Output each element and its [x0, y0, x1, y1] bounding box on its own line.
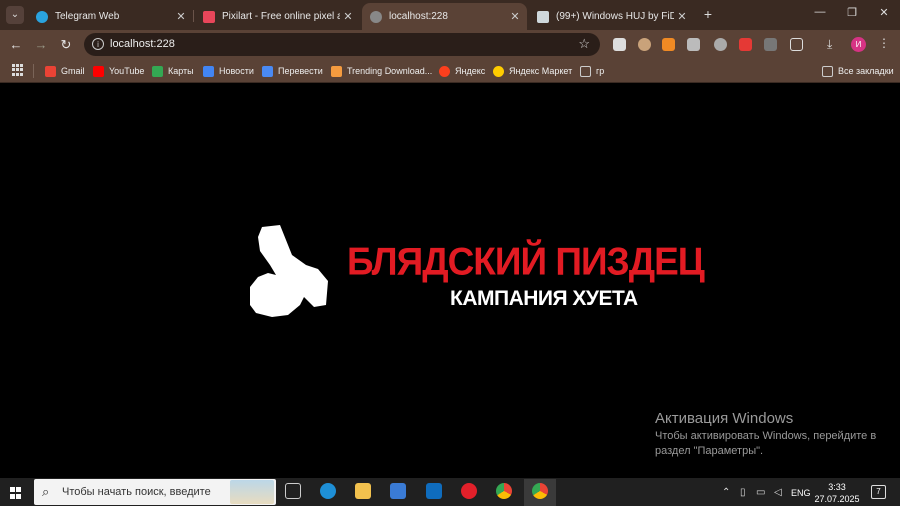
- task-view-icon[interactable]: [285, 483, 301, 499]
- folder-icon: [580, 65, 591, 77]
- device-icon[interactable]: ▯: [740, 487, 746, 498]
- extension-icon[interactable]: [764, 38, 777, 51]
- profile-avatar[interactable]: И: [851, 37, 866, 52]
- puzzle-extensions-icon[interactable]: [790, 38, 803, 51]
- tab-title: Telegram Web: [55, 11, 120, 22]
- chrome-profile-icon[interactable]: [532, 483, 548, 499]
- site-info-icon[interactable]: i: [92, 38, 104, 50]
- bookmark-translate[interactable]: Перевести: [262, 64, 323, 78]
- volume-icon[interactable]: ◁: [774, 487, 782, 498]
- apps-grid-icon[interactable]: [12, 64, 24, 76]
- extension-icon[interactable]: [662, 38, 675, 51]
- chrome-icon[interactable]: [496, 483, 512, 499]
- clock-date: 27.07.2025: [814, 494, 860, 504]
- tab-pixilart[interactable]: Pixilart - Free online pixel art d… ✕: [195, 3, 360, 30]
- bookmark-star-icon[interactable]: ☆: [578, 36, 590, 52]
- extension-icon[interactable]: [638, 38, 651, 51]
- extension-icon[interactable]: [739, 38, 752, 51]
- yandex-icon: [439, 65, 450, 77]
- heart-icon: [203, 10, 215, 23]
- bookmark-gmail[interactable]: Gmail: [45, 64, 85, 78]
- white-blob-logo: [250, 225, 328, 317]
- notification-center-button[interactable]: 7: [871, 485, 886, 499]
- close-window-button[interactable]: ✕: [876, 6, 892, 19]
- globe-extension-icon[interactable]: [714, 38, 727, 51]
- download-icon[interactable]: ⤓: [827, 38, 840, 51]
- search-highlight-image: [230, 480, 274, 504]
- tab-telegram[interactable]: Telegram Web ✕: [28, 3, 193, 30]
- bolt-icon: [537, 10, 549, 23]
- page-subheadline: КАМПАНИЯ ХУЕТА: [450, 287, 638, 310]
- battery-icon[interactable]: ▭: [756, 487, 765, 498]
- bookmarks-divider: [33, 64, 34, 78]
- file-explorer-icon[interactable]: [355, 483, 371, 499]
- new-tab-button[interactable]: +: [700, 6, 716, 22]
- qr-extension-icon[interactable]: [613, 38, 626, 51]
- clock-time: 3:33: [828, 482, 846, 492]
- gmail-icon: [45, 65, 56, 77]
- close-icon[interactable]: ✕: [340, 10, 356, 23]
- youtube-icon: [93, 65, 104, 77]
- search-placeholder: Чтобы начать поиск, введите: [62, 486, 211, 498]
- language-indicator[interactable]: ENG: [791, 488, 811, 498]
- minimize-button[interactable]: —: [812, 6, 828, 18]
- bookmark-trending[interactable]: Trending Download...: [331, 64, 432, 78]
- translate-icon: [262, 65, 273, 77]
- reload-button[interactable]: ↻: [58, 37, 74, 53]
- chevron-up-icon[interactable]: ⌃: [722, 487, 730, 498]
- browser-menu-button[interactable]: ⋮: [878, 36, 890, 50]
- activation-watermark-title: Активация Windows: [655, 410, 794, 427]
- activation-watermark-text: Чтобы активировать Windows, перейдите в …: [655, 430, 877, 457]
- taskbar-clock[interactable]: 3:33 27.07.2025: [812, 481, 862, 505]
- globe-icon: [370, 10, 382, 23]
- maps-icon: [152, 65, 163, 77]
- url-text[interactable]: localhost:228: [110, 38, 175, 50]
- page-headline: БЛЯДСКИЙ ПИЗДЕЦ: [347, 239, 705, 283]
- opera-icon[interactable]: [461, 483, 477, 499]
- tab-search-button[interactable]: ⌄: [6, 6, 24, 24]
- bookmark-youtube[interactable]: YouTube: [93, 64, 144, 78]
- tab-title: (99+) Windows HUJ by FiDDerfi: [556, 11, 674, 22]
- bookmark-yandex[interactable]: Яндекс: [439, 64, 485, 78]
- outlook-icon[interactable]: [426, 483, 442, 499]
- close-icon[interactable]: ✕: [674, 10, 690, 23]
- tab-windows-huj[interactable]: (99+) Windows HUJ by FiDDerfi ✕: [529, 3, 694, 30]
- store-icon[interactable]: [390, 483, 406, 499]
- search-icon: ⌕: [42, 484, 50, 499]
- address-bar[interactable]: i localhost:228 ☆: [84, 33, 600, 56]
- close-icon[interactable]: ✕: [507, 10, 523, 23]
- taskbar-search-box[interactable]: ⌕ Чтобы начать поиск, введите: [34, 479, 276, 505]
- maximize-button[interactable]: ❐: [844, 6, 860, 19]
- bookmark-yandex-market[interactable]: Яндекс Маркет: [493, 64, 572, 78]
- extension-icon[interactable]: [687, 38, 700, 51]
- tab-localhost[interactable]: localhost:228 ✕: [362, 3, 527, 30]
- tab-title: localhost:228: [389, 11, 448, 22]
- tab-divider: [193, 10, 194, 22]
- back-button[interactable]: ←: [8, 37, 24, 53]
- tab-title: Pixilart - Free online pixel art d…: [222, 11, 340, 22]
- folder-icon: [822, 65, 833, 77]
- news-icon: [203, 65, 214, 77]
- close-icon[interactable]: ✕: [173, 10, 189, 23]
- edge-icon[interactable]: [320, 483, 336, 499]
- telegram-icon: [36, 10, 48, 23]
- trending-icon: [331, 65, 342, 77]
- bookmark-maps[interactable]: Карты: [152, 64, 194, 78]
- all-bookmarks[interactable]: Все закладки: [822, 64, 894, 78]
- bookmark-news[interactable]: Новости: [203, 64, 254, 78]
- windows-start-icon[interactable]: [10, 487, 22, 499]
- bookmark-folder-gr[interactable]: гр: [580, 64, 604, 78]
- forward-button[interactable]: →: [33, 37, 49, 53]
- yandex-market-icon: [493, 65, 504, 77]
